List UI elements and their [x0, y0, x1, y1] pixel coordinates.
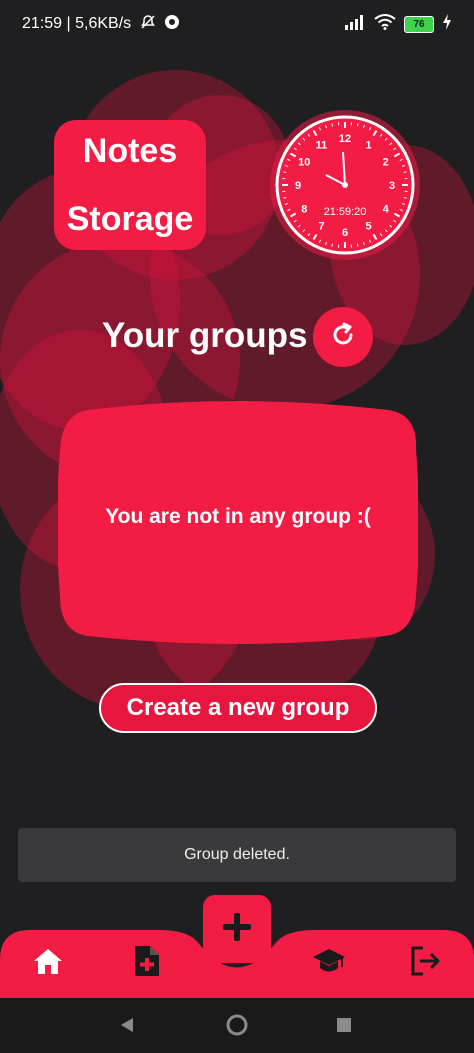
status-time: 21:59	[22, 15, 63, 32]
charging-icon	[442, 14, 452, 35]
clock-tick	[403, 171, 407, 174]
status-left: 21:59 | 5,6KB/s	[22, 14, 180, 33]
nav-education[interactable]	[312, 944, 346, 978]
create-group-button[interactable]: Create a new group	[99, 683, 377, 733]
clock-digital: 21:59:20	[324, 206, 367, 218]
clock-number: 6	[342, 227, 348, 239]
refresh-icon	[329, 321, 357, 354]
status-speed: 5,6KB/s	[75, 15, 132, 32]
refresh-button[interactable]	[313, 307, 373, 367]
empty-groups-message: You are not in any group :(	[105, 505, 371, 528]
logo-line1: Notes	[82, 132, 178, 170]
clock-center	[342, 182, 348, 188]
clock-number: 5	[365, 221, 371, 233]
plus-icon	[220, 910, 254, 949]
status-separator: |	[66, 15, 76, 32]
clock-number: 12	[339, 133, 351, 145]
home-icon	[31, 949, 65, 982]
nav-logout[interactable]	[409, 944, 443, 978]
nav-add-note[interactable]	[130, 944, 164, 978]
back-icon[interactable]	[118, 1016, 136, 1039]
clock-face: 121234567891011 21:59:20	[275, 115, 415, 255]
clock-number: 10	[298, 157, 310, 169]
battery-level: 76	[413, 19, 425, 30]
add-file-icon	[130, 946, 164, 982]
app-logo: Notes Storage	[54, 120, 206, 250]
groups-title: Your groups	[102, 316, 308, 355]
toast-message: Group deleted.	[18, 828, 456, 882]
clock-number: 4	[383, 204, 390, 216]
recents-icon[interactable]	[336, 1017, 352, 1038]
clock-number: 2	[383, 157, 389, 169]
clock-number: 7	[318, 221, 324, 233]
graduation-cap-icon	[312, 949, 346, 982]
nav-home[interactable]	[31, 944, 65, 978]
clock-number: 3	[389, 180, 395, 192]
logo-line2: Storage	[66, 200, 194, 238]
system-nav-bar	[0, 998, 474, 1053]
clock-tick	[356, 243, 359, 247]
clock-number: 8	[301, 204, 307, 216]
clock-number: 1	[365, 139, 371, 151]
clock-number: 11	[316, 139, 328, 151]
clock-tick	[331, 243, 334, 247]
clock-tick	[283, 196, 287, 199]
battery-indicator: 76	[404, 16, 434, 33]
clock-tick	[356, 123, 359, 127]
logout-icon	[409, 946, 443, 982]
status-right: 76	[344, 14, 452, 35]
home-circle-icon[interactable]	[225, 1013, 249, 1042]
clock-tick	[331, 123, 334, 127]
mute-icon	[140, 15, 160, 32]
analog-clock: 12 1 2 3 4 5 6 7 8 9 10 11 21:59:20	[270, 110, 420, 260]
wifi-icon	[374, 14, 396, 35]
clock-tick	[403, 196, 407, 199]
status-bar: 21:59 | 5,6KB/s 76	[0, 0, 474, 52]
app-status-icon	[164, 15, 180, 32]
signal-icon	[344, 14, 366, 35]
clock-number: 9	[295, 180, 301, 192]
add-fab-button[interactable]	[203, 895, 271, 963]
clock-tick	[283, 171, 287, 174]
